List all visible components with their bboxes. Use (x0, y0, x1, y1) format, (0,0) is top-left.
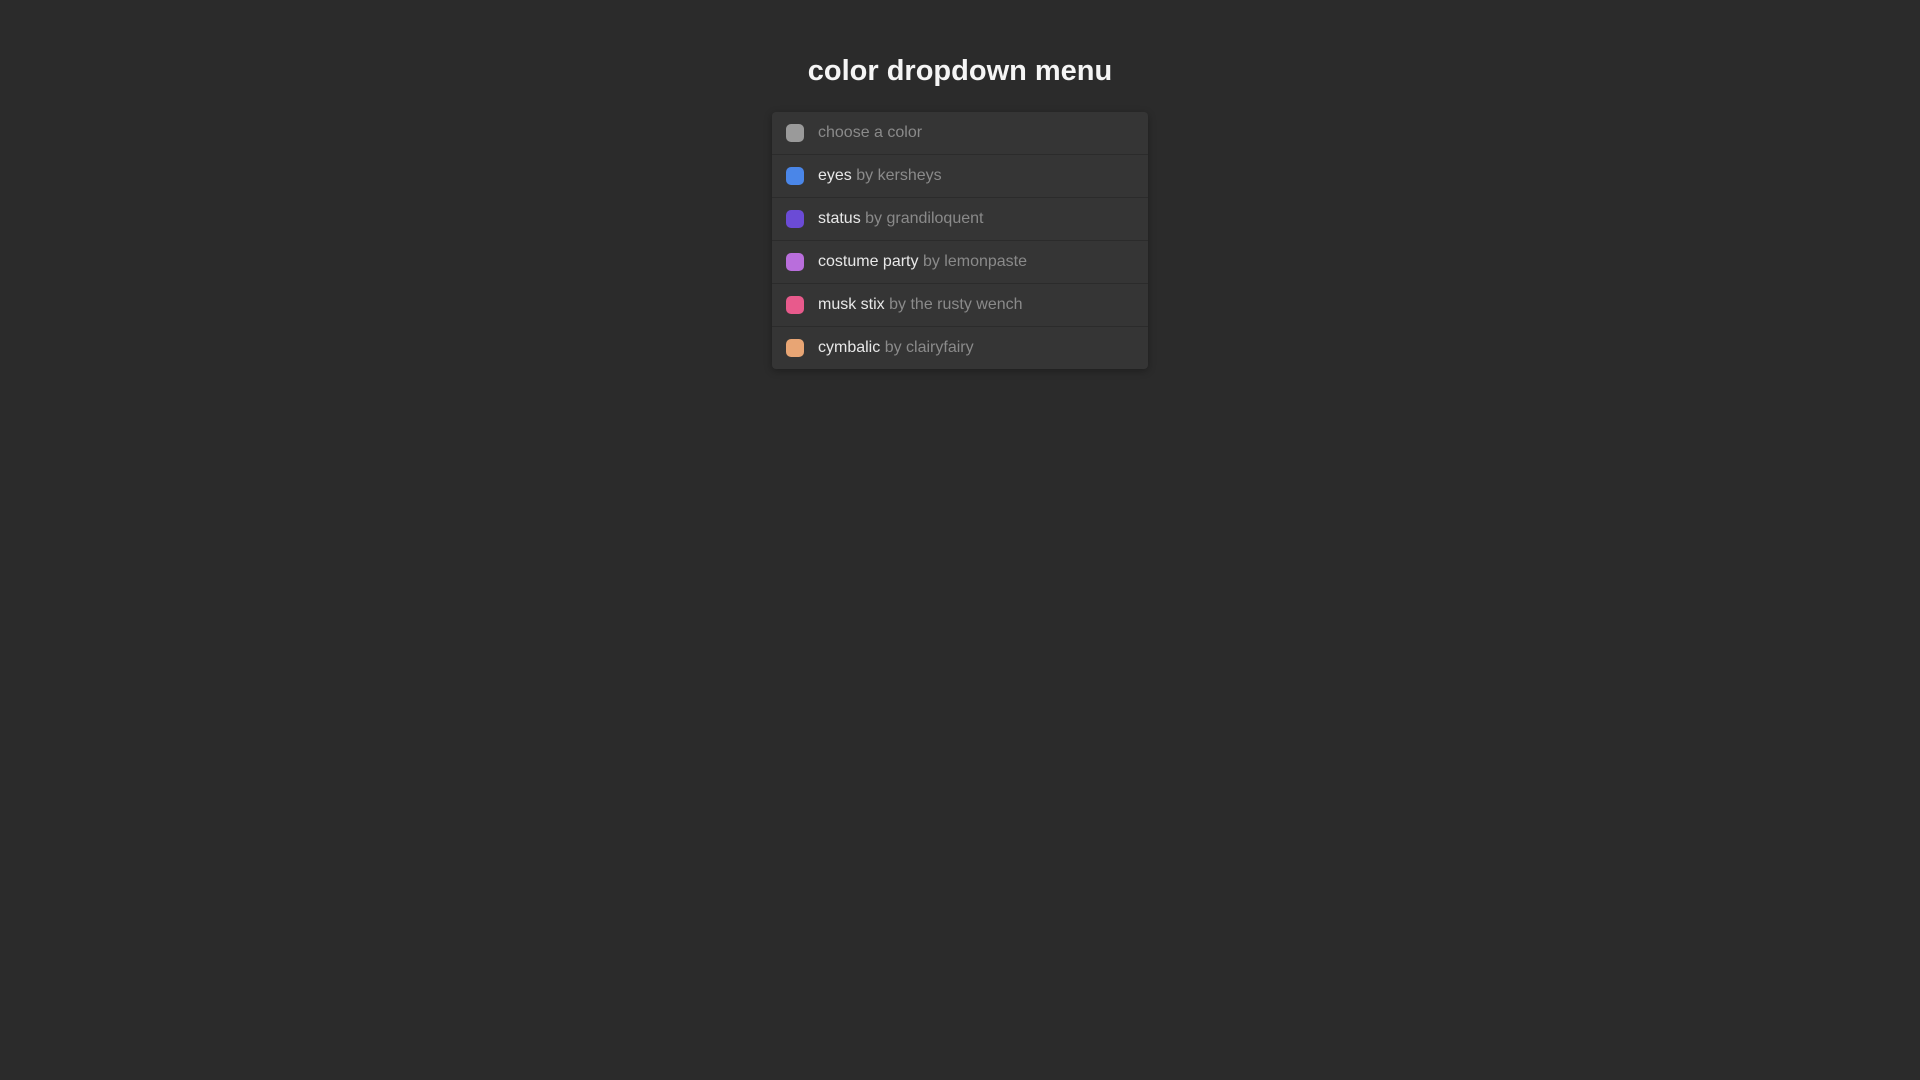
option-name: cymbalic (818, 339, 880, 356)
color-swatch-icon (786, 296, 804, 314)
option-text: eyes by kersheys (818, 168, 942, 184)
dropdown-option[interactable]: musk stix by the rusty wench (772, 284, 1148, 327)
option-byline: by clairyfairy (885, 339, 974, 356)
color-swatch-icon (786, 167, 804, 185)
dropdown-option[interactable]: eyes by kersheys (772, 155, 1148, 198)
option-text: cymbalic by clairyfairy (818, 340, 974, 356)
dropdown-option[interactable]: cymbalic by clairyfairy (772, 327, 1148, 369)
dropdown-placeholder[interactable]: choose a color (772, 112, 1148, 155)
option-byline: by kersheys (856, 167, 941, 184)
dropdown-option[interactable]: status by grandiloquent (772, 198, 1148, 241)
color-swatch-icon (786, 210, 804, 228)
color-swatch-icon (786, 339, 804, 357)
color-dropdown: choose a color eyes by kersheys status b… (772, 112, 1148, 369)
option-text: status by grandiloquent (818, 211, 983, 227)
color-swatch-icon (786, 253, 804, 271)
color-swatch-icon (786, 124, 804, 142)
option-name: eyes (818, 167, 852, 184)
option-byline: by lemonpaste (923, 253, 1027, 270)
option-name: status (818, 210, 861, 227)
option-byline: by the rusty wench (889, 296, 1022, 313)
option-name: musk stix (818, 296, 885, 313)
dropdown-option[interactable]: costume party by lemonpaste (772, 241, 1148, 284)
option-text: musk stix by the rusty wench (818, 297, 1023, 313)
placeholder-label: choose a color (818, 124, 922, 142)
option-name: costume party (818, 253, 918, 270)
option-byline: by grandiloquent (865, 210, 983, 227)
page-title: color dropdown menu (808, 55, 1113, 88)
option-text: costume party by lemonpaste (818, 254, 1027, 270)
